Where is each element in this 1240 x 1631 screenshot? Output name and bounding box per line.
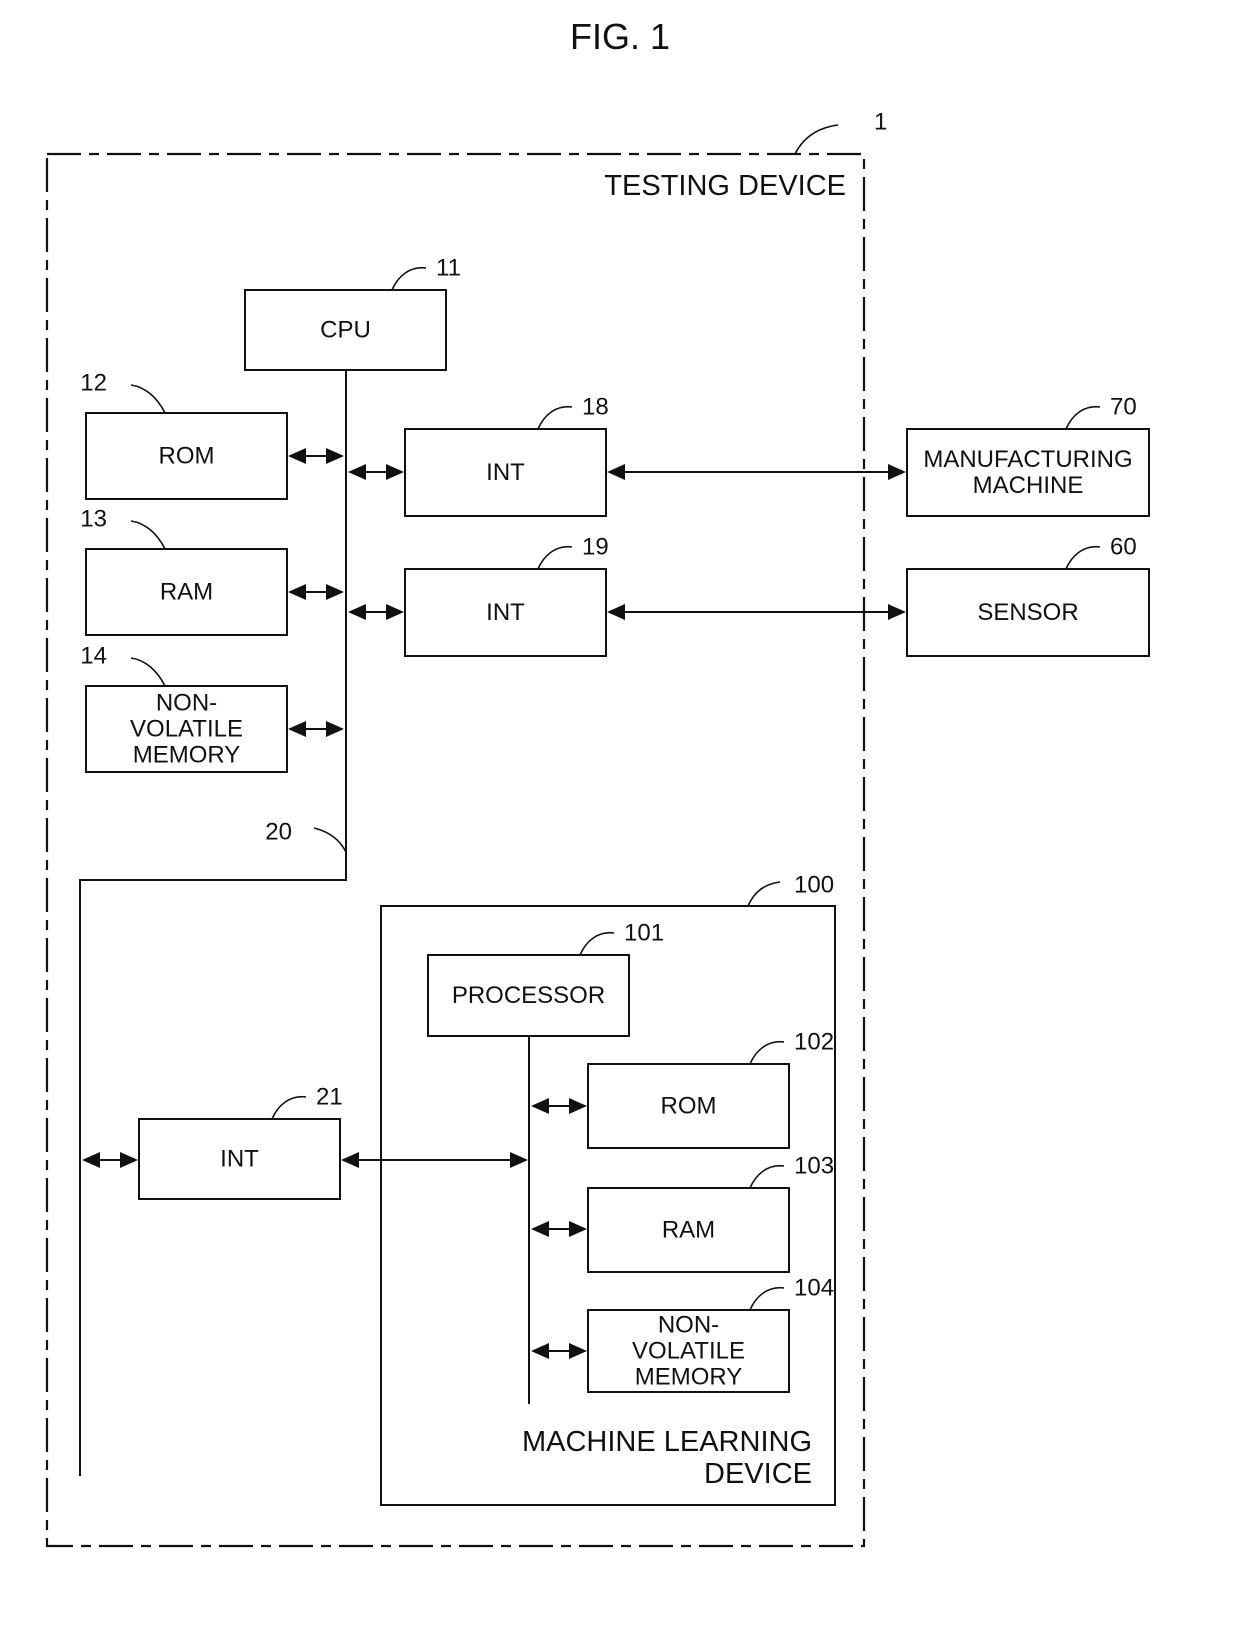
sensor-leader-line xyxy=(1065,545,1101,570)
int21-ml-bus-arrow-arrowhead-right xyxy=(510,1152,528,1168)
ram-bus-arrow-arrowhead-left xyxy=(288,584,306,600)
cpu-label-line-1: CPU xyxy=(320,317,371,344)
int-19-reference-number: 19 xyxy=(582,534,609,561)
bus-int21-arrow-arrowhead-right xyxy=(120,1152,138,1168)
bus-20-reference-number: 20 xyxy=(265,819,292,846)
ml-nvm-label-line-2: VOLATILE xyxy=(632,1338,745,1365)
int19-sensor-arrow-arrowhead-left xyxy=(607,604,625,620)
machine-learning-device-reference-number: 100 xyxy=(794,872,834,899)
labels: TESTING DEVICE120CPU11ROM12RAM13NON-VOLA… xyxy=(80,109,1136,1491)
processor-label-line-1: PROCESSOR xyxy=(452,982,605,1009)
ml-bus-ram-arrow-arrowhead-left xyxy=(531,1221,549,1237)
ml-ram-reference-number: 103 xyxy=(794,1153,834,1180)
ml-bus-ram-arrow-arrowhead-right xyxy=(569,1221,587,1237)
bus-int19-arrow-arrowhead-right xyxy=(386,604,404,620)
manufacturing-machine-leader-line xyxy=(1065,405,1101,430)
testing-device-reference-number: 1 xyxy=(874,109,887,136)
ram-leader-line xyxy=(130,520,166,550)
bus-int18-arrow-arrowhead-right xyxy=(386,464,404,480)
nvm-label-line-2: VOLATILE xyxy=(130,716,243,743)
ml-bus-nvm-arrow-arrowhead-right xyxy=(569,1343,587,1359)
ml-bus-nvm-arrow-arrowhead-left xyxy=(531,1343,549,1359)
connection-lines xyxy=(79,124,1101,1476)
rom-bus-arrow-arrowhead-left xyxy=(288,448,306,464)
rom-label-line-1: ROM xyxy=(159,443,215,470)
ml-nvm-label-line-3: MEMORY xyxy=(635,1364,743,1391)
manufacturing-machine-reference-number: 70 xyxy=(1110,394,1137,421)
nvm-leader-line xyxy=(130,657,166,687)
sensor-label-line-1: SENSOR xyxy=(977,599,1078,626)
bus-int21-arrow-arrowhead-left xyxy=(82,1152,100,1168)
ml-nvm-leader-line xyxy=(749,1286,785,1311)
processor-leader-line xyxy=(579,931,615,956)
ml-nvm-label-line-1: NON- xyxy=(658,1312,719,1339)
int-21-reference-number: 21 xyxy=(316,1084,343,1111)
ml-ram-leader-line xyxy=(749,1164,785,1189)
ram-reference-number: 13 xyxy=(80,506,107,533)
cpu-reference-number: 11 xyxy=(436,255,461,282)
nvm-label-line-3: MEMORY xyxy=(133,742,241,769)
testing-device-label: TESTING DEVICE xyxy=(604,170,846,202)
block-diagram: FIG. 1 TESTING DEVICE 1 20 CPU 11 ROM 12 RAM 13 N… xyxy=(45,16,1150,1548)
bus-20-line xyxy=(79,370,347,1476)
rom-bus-arrow-arrowhead-right xyxy=(326,448,344,464)
ml-nvm-reference-number: 104 xyxy=(794,1275,834,1302)
sensor-reference-number: 60 xyxy=(1110,534,1137,561)
int-18-leader-line xyxy=(537,405,573,430)
nvm-label-line-1: NON- xyxy=(156,690,217,717)
rom-leader-line xyxy=(130,384,166,414)
ram-label-line-1: RAM xyxy=(160,579,213,606)
cpu-leader-line xyxy=(391,266,427,291)
int-21-label-line-1: INT xyxy=(220,1146,259,1173)
int19-sensor-arrow-arrowhead-right xyxy=(888,604,906,620)
nvm-bus-arrow-arrowhead-left xyxy=(288,721,306,737)
testing-device-leader-line xyxy=(794,124,839,155)
nvm-reference-number: 14 xyxy=(80,643,107,670)
bus-int19-arrow-arrowhead-left xyxy=(348,604,366,620)
manufacturing-machine-label-line-1: MANUFACTURING xyxy=(923,446,1132,473)
ml-rom-label-line-1: ROM xyxy=(661,1093,717,1120)
manufacturing-machine-label-line-2: MACHINE xyxy=(973,472,1084,499)
bus-20-leader-line xyxy=(313,827,347,853)
int-19-leader-line xyxy=(537,545,573,570)
ml-rom-reference-number: 102 xyxy=(794,1029,834,1056)
figure-title: FIG. 1 xyxy=(570,16,670,57)
int18-machine-arrow-arrowhead-right xyxy=(888,464,906,480)
int-18-label-line-1: INT xyxy=(486,459,525,486)
ram-bus-arrow-arrowhead-right xyxy=(326,584,344,600)
ml-bus-rom-arrow-arrowhead-right xyxy=(569,1098,587,1114)
bus-int18-arrow-arrowhead-left xyxy=(348,464,366,480)
ml-bus-rom-arrow-arrowhead-left xyxy=(531,1098,549,1114)
int-19-label-line-1: INT xyxy=(486,599,525,626)
int18-machine-arrow-arrowhead-left xyxy=(607,464,625,480)
int-18-reference-number: 18 xyxy=(582,394,609,421)
machine-learning-device-label-line-1: MACHINE LEARNING xyxy=(522,1426,812,1458)
ml-ram-label-line-1: RAM xyxy=(662,1217,715,1244)
machine-learning-device-leader-line xyxy=(747,881,781,907)
component-boxes xyxy=(45,152,1150,1548)
processor-reference-number: 101 xyxy=(624,920,664,947)
ml-rom-leader-line xyxy=(749,1040,785,1065)
int21-ml-bus-arrow-arrowhead-left xyxy=(341,1152,359,1168)
nvm-bus-arrow-arrowhead-right xyxy=(326,721,344,737)
machine-learning-device-label-line-2: DEVICE xyxy=(704,1458,812,1490)
rom-reference-number: 12 xyxy=(80,370,107,397)
int-21-leader-line xyxy=(271,1095,307,1120)
